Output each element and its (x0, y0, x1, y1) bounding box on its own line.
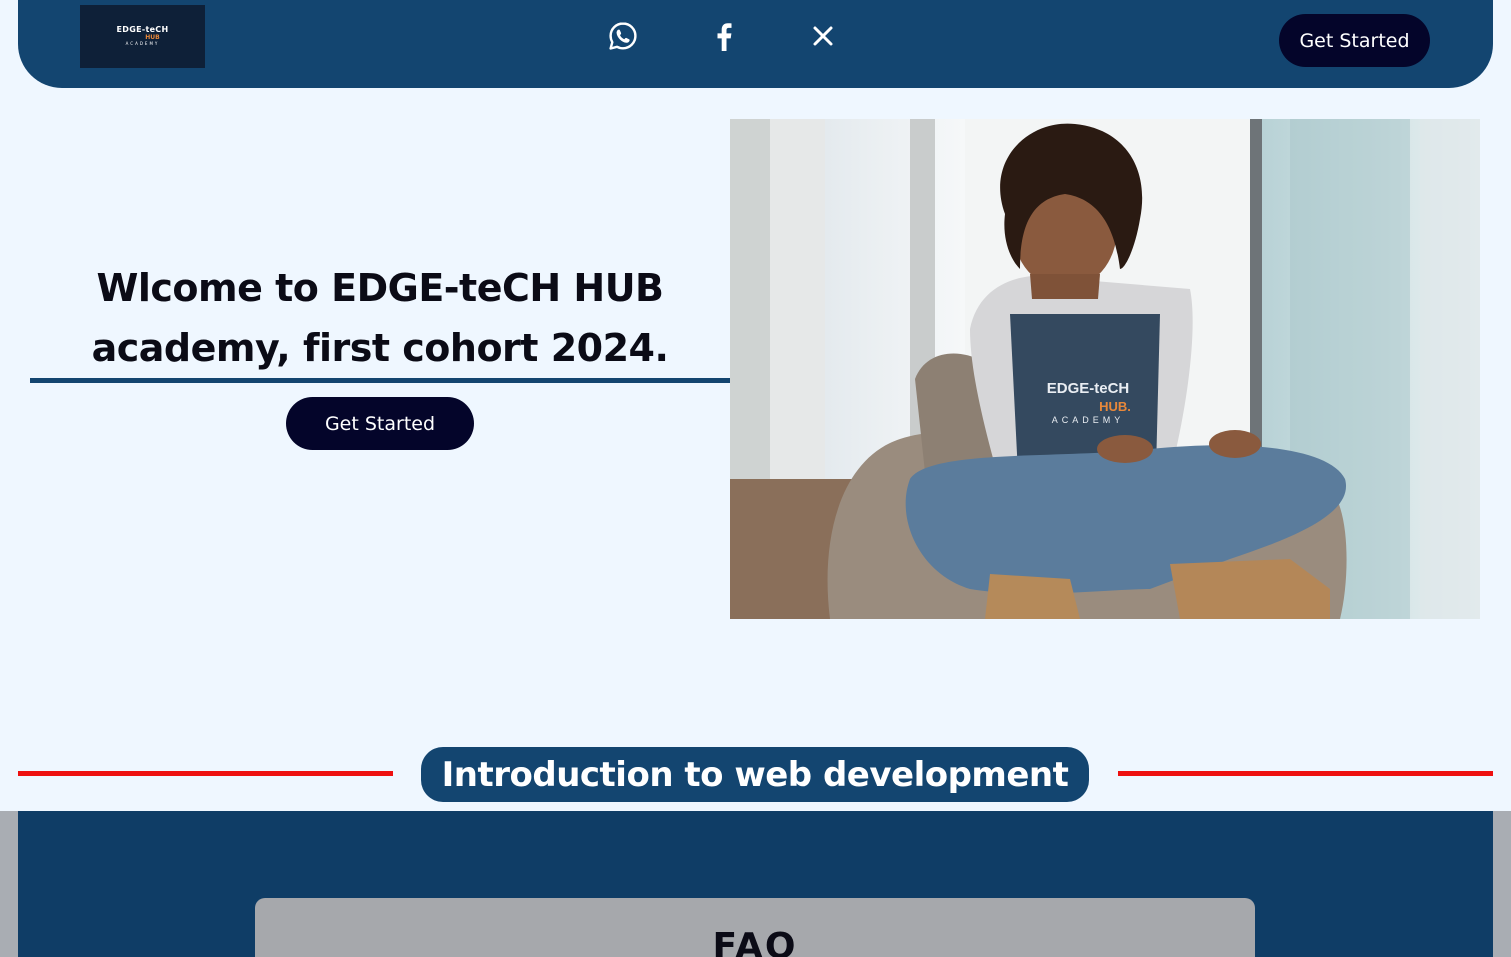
hero-underline (30, 378, 730, 383)
right-grey-margin (1493, 811, 1511, 957)
faq-card: FAQ (255, 898, 1255, 957)
x-icon (812, 25, 834, 47)
hero-title-line-1: Wlcome to EDGE-teCH HUB (96, 266, 664, 310)
nav-get-started-button[interactable]: Get Started (1279, 14, 1430, 67)
facebook-icon (712, 20, 734, 52)
left-red-rule (18, 771, 393, 776)
shirt-logo-line-2: HUB. (1099, 399, 1131, 414)
hero-title: Wlcome to EDGE-teCH HUB academy, first c… (30, 258, 730, 378)
shirt-logo-line-3: ACADEMY (1052, 415, 1125, 425)
hero-get-started-button[interactable]: Get Started (286, 397, 474, 450)
whatsapp-link[interactable] (605, 18, 641, 54)
logo-text-academy: ACADEMY (125, 41, 160, 46)
hero-title-line-2: academy, first cohort 2024. (91, 326, 669, 370)
hero-image: EDGE-teCH HUB. ACADEMY (730, 119, 1480, 619)
shirt-logo-line-1: EDGE-teCH (1047, 380, 1130, 397)
facebook-link[interactable] (705, 18, 741, 54)
logo-text-name: EDGE-teCH (116, 25, 169, 34)
x-link[interactable] (805, 18, 841, 54)
left-grey-margin (0, 811, 18, 957)
faq-title: FAQ (712, 926, 798, 957)
intro-section-title: Introduction to web development (421, 747, 1089, 802)
top-navbar: EDGE-teCH HUB ACADEMY Get Started (18, 0, 1493, 88)
logo-text-hub: HUB (145, 34, 160, 41)
whatsapp-icon (607, 20, 639, 52)
right-red-rule (1118, 771, 1493, 776)
site-logo[interactable]: EDGE-teCH HUB ACADEMY (80, 5, 205, 68)
